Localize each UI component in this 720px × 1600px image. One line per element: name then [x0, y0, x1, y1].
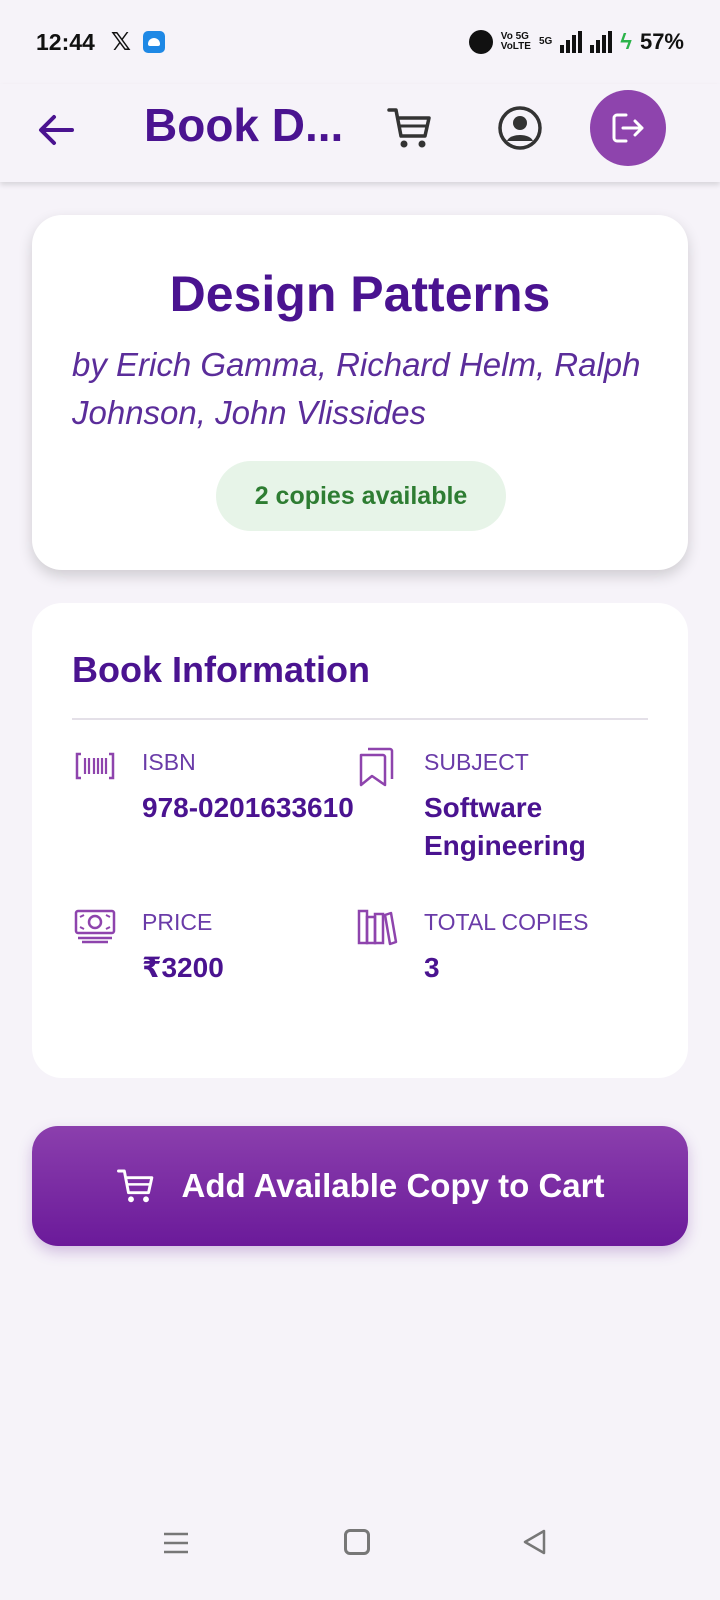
total-copies-label: TOTAL COPIES: [424, 909, 589, 935]
network-label: Vo 5G VoLTE: [500, 31, 531, 52]
book-header-card: Design Patterns by Erich Gamma, Richard …: [32, 215, 688, 570]
alarm-icon: [468, 30, 493, 54]
library-books-icon: [357, 909, 398, 946]
account-circle-icon: [498, 106, 542, 150]
book-authors: by Erich Gamma, Richard Helm, Ralph John…: [72, 346, 641, 431]
isbn-label: ISBN: [142, 749, 196, 775]
cart-button[interactable]: [386, 104, 434, 152]
arrow-left-icon: [39, 115, 74, 145]
price-label: PRICE: [142, 909, 213, 935]
total-copies-value: 3: [424, 952, 440, 983]
add-to-cart-button[interactable]: Add Available Copy to Cart: [32, 1126, 688, 1246]
isbn-value: 978-0201633610: [142, 792, 354, 823]
barcode-icon: [75, 752, 115, 780]
profile-button[interactable]: [496, 104, 544, 152]
status-time: 12:44: [36, 28, 95, 55]
network-gen-label: 5G: [538, 36, 553, 47]
charging-icon: ϟ: [620, 29, 632, 54]
home-icon[interactable]: [344, 1529, 370, 1555]
cart-icon: [387, 108, 431, 148]
subject-value: Software Engineering: [424, 792, 586, 861]
divider: [72, 718, 648, 720]
subject-label: SUBJECT: [424, 749, 529, 775]
android-app-icon: [142, 31, 165, 53]
add-to-cart-label: Add Available Copy to Cart: [181, 1167, 605, 1204]
logout-icon: [612, 113, 644, 143]
book-info-card: Book Information ISBN 978-0201633610 SUB…: [32, 603, 688, 1078]
x-app-icon: 𝕏: [110, 28, 131, 56]
cart-icon: [116, 1169, 153, 1203]
bookmarks-icon: [359, 747, 394, 787]
recents-menu-icon[interactable]: [162, 1529, 190, 1557]
signal-icon: [560, 31, 583, 53]
back-button[interactable]: [34, 108, 78, 152]
book-title: Design Patterns: [169, 266, 551, 322]
system-nav-bar: [0, 1515, 720, 1600]
logout-button[interactable]: [590, 90, 666, 166]
availability-badge: 2 copies available: [216, 461, 506, 531]
page-title: Book D...: [144, 99, 344, 151]
signal-icon-2: [590, 31, 613, 53]
price-value: ₹3200: [142, 952, 224, 983]
money-icon: [74, 909, 116, 944]
battery-percent: 57%: [639, 29, 684, 54]
app-bar: Book D...: [0, 84, 720, 182]
info-heading: Book Information: [72, 649, 370, 690]
status-bar: 12:44 𝕏 Vo 5G VoLTE 5G ϟ 57%: [0, 0, 720, 84]
nav-back-icon[interactable]: [520, 1527, 550, 1557]
